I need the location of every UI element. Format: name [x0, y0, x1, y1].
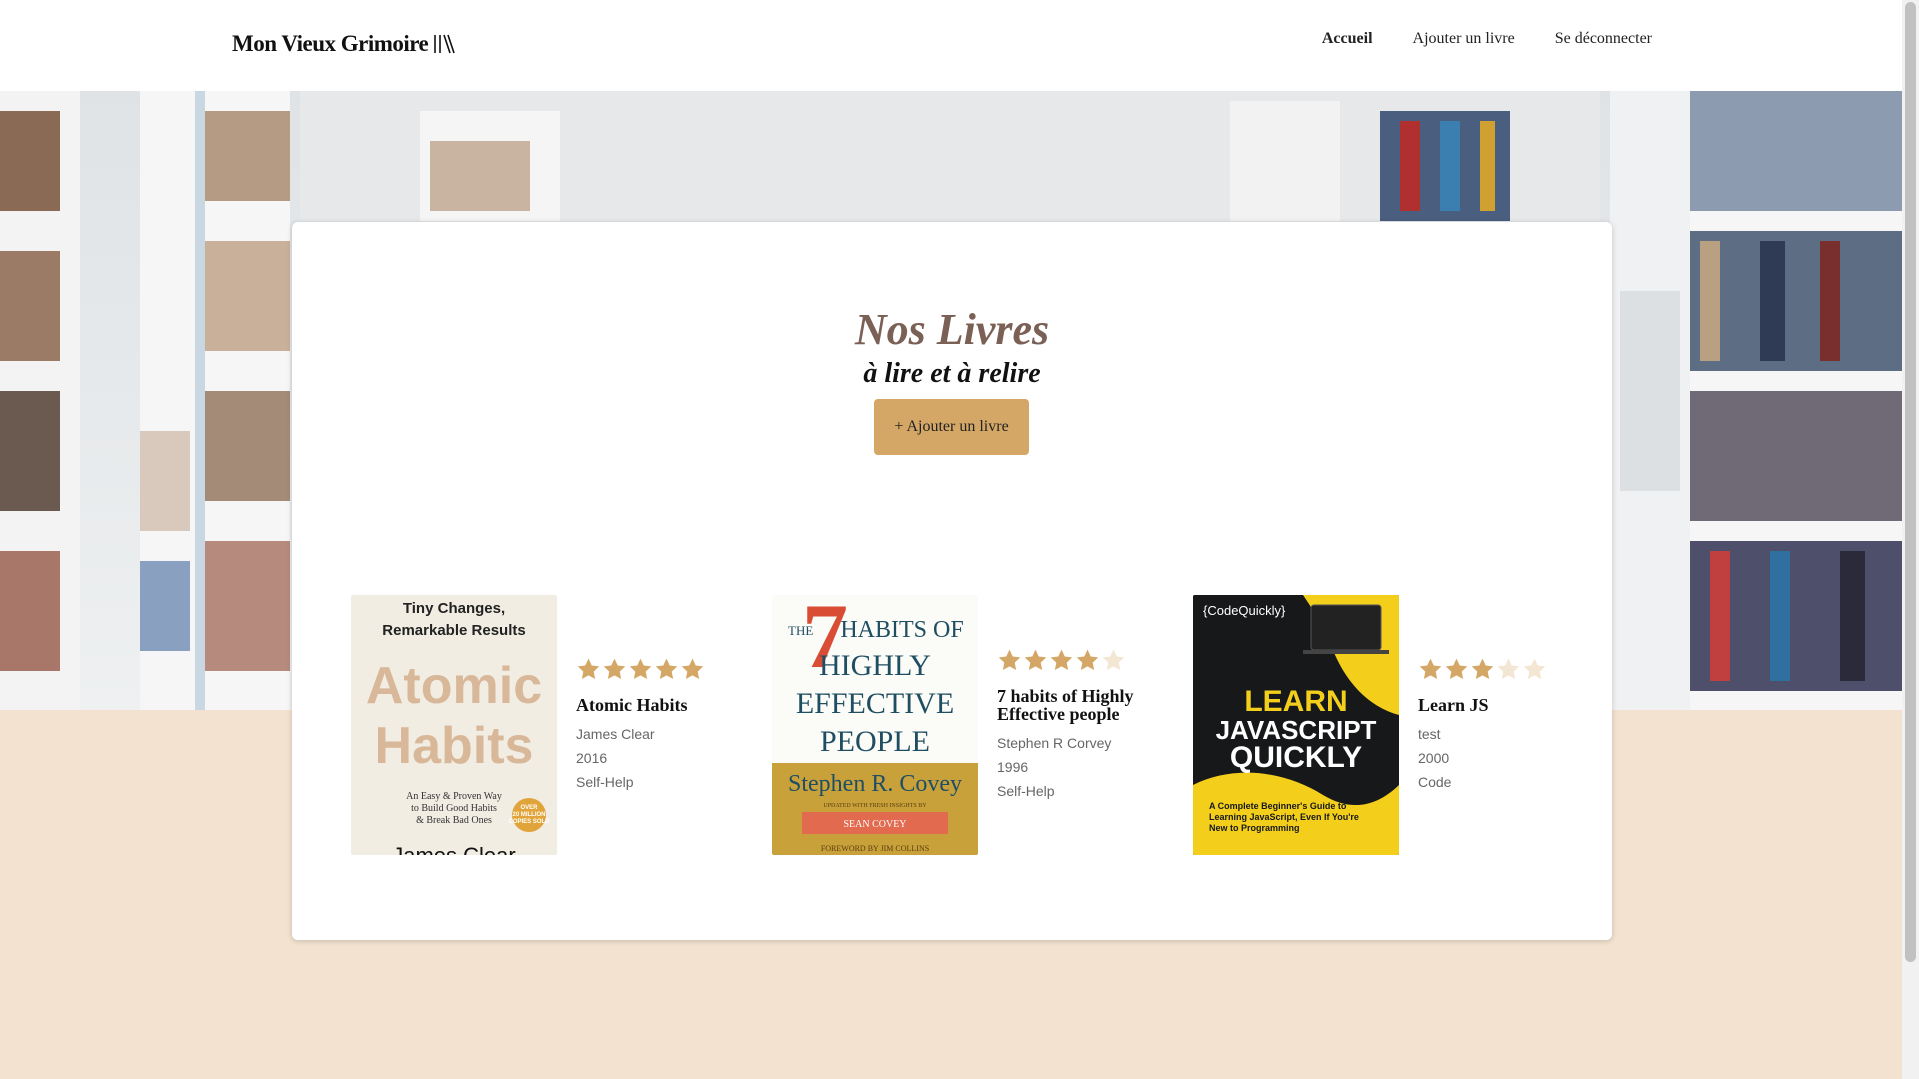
cover-small-line-2: Learning JavaScript, Even If You're [1209, 812, 1359, 822]
book-year: 1996 [997, 758, 1029, 775]
cover-brand: {CodeQuickly} [1203, 603, 1286, 618]
book-year: 2016 [576, 749, 608, 766]
books-icon [434, 34, 456, 54]
cover-the: THE [788, 623, 813, 638]
cover-big-text-2: Habits [375, 717, 534, 775]
star-empty-icon [1497, 658, 1520, 679]
star-filled-icon [1050, 649, 1073, 670]
cover-badge-line-2: 20 MILLION [512, 812, 545, 818]
book-author: test [1418, 725, 1441, 742]
site-header: Mon Vieux Grimoire Accueil Ajouter un li… [0, 0, 1902, 91]
book-cover[interactable]: Tiny Changes, Remarkable Results Atomic … [351, 595, 557, 855]
star-filled-icon [998, 649, 1021, 670]
learn-js-cover: {CodeQuickly} LEARN JAVASCRIPT QUICKLY A… [1193, 595, 1399, 855]
rating-stars [997, 648, 1137, 673]
rating-stars [576, 657, 716, 682]
book-title: Learn JS [1418, 694, 1489, 715]
book-card-atomic-habits[interactable]: Tiny Changes, Remarkable Results Atomic … [351, 595, 772, 855]
page-subtitle: à lire et à relire [863, 358, 1041, 389]
star-filled-icon [603, 658, 626, 679]
cover-author: James Clear [392, 843, 515, 855]
star-filled-icon [1076, 649, 1099, 670]
star-filled-icon [655, 658, 678, 679]
book-card-learn-js[interactable]: {CodeQuickly} LEARN JAVASCRIPT QUICKLY A… [1193, 595, 1614, 855]
cover-line-1: LEARN [1244, 685, 1347, 718]
cover-badge-line-3: COPIES SOLD [508, 819, 550, 825]
logo[interactable]: Mon Vieux Grimoire [232, 31, 456, 57]
cover-foreword: FOREWORD BY JIM COLLINS [821, 844, 929, 853]
vertical-scrollbar[interactable] [1902, 0, 1919, 1079]
book-genre: Self-Help [997, 782, 1055, 799]
logo-text: Mon Vieux Grimoire [232, 31, 429, 56]
star-filled-icon [577, 658, 600, 679]
cover-line-2: HIGHLY [819, 649, 931, 682]
book-card-7-habits[interactable]: 7 THE HABITS OF HIGHLY EFFECTIVE PEOPLE … [772, 595, 1193, 855]
cover-sean: SEAN COVEY [843, 819, 906, 830]
book-info: Atomic Habits James Clear 2016 Self-Help [576, 657, 716, 794]
book-info: 7 habits of Highly Effective people Step… [997, 648, 1137, 803]
nav-accueil[interactable]: Accueil [1322, 30, 1373, 48]
main-nav: Accueil Ajouter un livre Se déconnecter [1322, 30, 1652, 48]
book-author: Stephen R Corvey [997, 734, 1112, 751]
cover-author: Stephen R. Covey [788, 771, 962, 797]
book-cover[interactable]: {CodeQuickly} LEARN JAVASCRIPT QUICKLY A… [1193, 595, 1399, 855]
cover-insights: UPDATED WITH FRESH INSIGHTS BY [823, 803, 927, 809]
books-card: Nos Livres à lire et à relire + Ajouter … [292, 222, 1612, 940]
book-author: James Clear [576, 725, 655, 742]
star-filled-icon [1445, 658, 1468, 679]
page-title: Nos Livres [854, 305, 1050, 354]
book-list: Tiny Changes, Remarkable Results Atomic … [351, 595, 1614, 855]
cover-line-3: EFFECTIVE [796, 687, 954, 720]
cover-small-line-1: An Easy & Proven Way [406, 791, 502, 802]
cover-big-text-1: Atomic [366, 657, 542, 715]
atomic-habits-cover: Tiny Changes, Remarkable Results Atomic … [351, 595, 557, 855]
cover-line-1: HABITS OF [840, 617, 963, 643]
book-cover[interactable]: 7 THE HABITS OF HIGHLY EFFECTIVE PEOPLE … [772, 595, 978, 855]
star-filled-icon [1419, 658, 1442, 679]
star-empty-icon [1102, 649, 1125, 670]
star-empty-icon [1523, 658, 1546, 679]
cover-line-4: PEOPLE [820, 725, 930, 758]
cover-top-line-2: Remarkable Results [382, 622, 525, 639]
book-genre: Self-Help [576, 773, 634, 790]
nav-se-deconnecter[interactable]: Se déconnecter [1555, 30, 1652, 48]
cover-badge-line-1: OVER [520, 805, 538, 811]
star-filled-icon [629, 658, 652, 679]
rating-stars [1418, 657, 1558, 682]
cover-small-line-3: New to Programming [1209, 823, 1300, 833]
cover-small-line-3: & Break Bad Ones [416, 815, 492, 826]
star-filled-icon [1024, 649, 1047, 670]
book-genre: Code [1418, 773, 1452, 790]
cover-small-line-1: A Complete Beginner's Guide to [1209, 801, 1347, 811]
seven-habits-cover: 7 THE HABITS OF HIGHLY EFFECTIVE PEOPLE … [772, 595, 978, 855]
book-title: Atomic Habits [576, 694, 688, 715]
cover-small-line-2: to Build Good Habits [411, 803, 497, 814]
scrollbar-thumb[interactable] [1905, 2, 1916, 962]
book-year: 2000 [1418, 749, 1450, 766]
add-book-button[interactable]: + Ajouter un livre [874, 399, 1029, 455]
star-filled-icon [681, 658, 704, 679]
book-info: Learn JS test 2000 Code [1418, 657, 1558, 794]
star-filled-icon [1471, 658, 1494, 679]
nav-ajouter-livre[interactable]: Ajouter un livre [1413, 30, 1515, 48]
book-title: 7 habits of Highly Effective people [997, 685, 1134, 724]
cover-line-3: QUICKLY [1230, 741, 1362, 774]
cover-top-line-1: Tiny Changes, [403, 600, 505, 617]
